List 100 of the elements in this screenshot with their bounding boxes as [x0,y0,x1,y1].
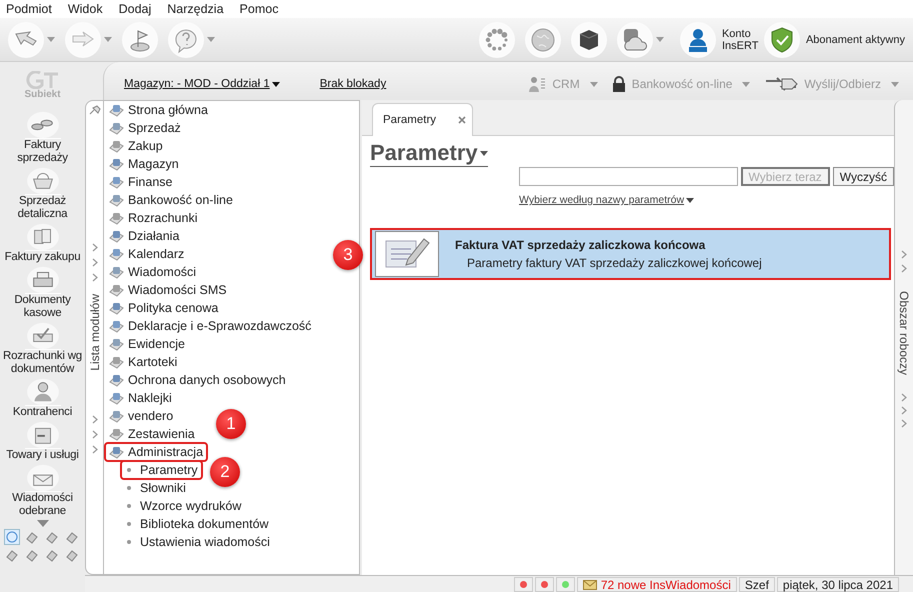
caret-icon[interactable] [36,520,48,527]
caret-icon [742,82,750,86]
module-item[interactable]: Finanse [104,172,178,192]
lock-icon [612,76,626,92]
module-subitem[interactable]: Ustawienia wiadomości [120,532,275,552]
module-item[interactable]: Ochrona danych osobowych [104,370,291,390]
person-icon [528,75,546,93]
module-icon [109,355,124,369]
exchange-icon [764,76,798,92]
module-item[interactable]: Kalendarz [104,244,190,264]
messages-status[interactable]: 72 nowe InsWiadomości [576,577,737,592]
globe-icon [524,22,561,58]
module-icon [109,301,124,315]
module-item[interactable]: Wiadomości [104,262,202,282]
module-icon [109,211,124,225]
date-status: piątek, 30 lipca 2021 [776,577,899,592]
step-marker: 1 [216,409,246,439]
subscription-button[interactable]: Abonament aktywny [764,22,905,58]
sidebar-item[interactable]: Towary i usługi [0,420,85,462]
shortcut-button[interactable] [4,529,20,545]
module-item[interactable]: Zakup [104,136,168,156]
coins-icon [24,110,60,139]
caret-icon [686,198,694,202]
sidebar-item[interactable]: Sprzedaż detaliczna [0,166,85,221]
menu-item[interactable]: Pomoc [240,2,278,16]
caret-icon [656,37,664,42]
module-item[interactable]: Strona główna [104,100,213,120]
caret-icon [480,150,488,156]
envelope-icon [24,463,60,492]
module-item[interactable]: Ewidencje [104,334,190,354]
tab[interactable]: Parametry [372,103,473,136]
module-item[interactable]: Naklejki [104,388,177,408]
caret-icon [47,37,55,42]
help-icon [168,22,204,58]
toolbar-button[interactable] [570,22,607,58]
module-item[interactable]: Wiadomości SMS [104,280,232,300]
module-icon [109,391,124,405]
cube-icon [570,22,607,58]
module-icon [109,265,124,279]
module-subitem[interactable]: Wzorce wydruków [120,496,246,516]
lock-link[interactable]: Brak blokady [320,78,386,90]
basket-icon [24,166,60,195]
module-item[interactable]: Bankowość on-line [104,190,238,210]
box-icon [24,420,60,449]
sidebar-item[interactable]: Dokumenty kasowe [0,265,85,320]
database-cloud-icon [616,22,653,58]
result-title: Faktura VAT sprzedaży zaliczkowa końcowa [455,238,706,252]
person-icon [24,377,60,406]
module-item[interactable]: Magazyn [104,154,184,174]
module-icon [109,103,124,117]
menu-item[interactable]: Podmiot [6,2,52,16]
sidebar-item[interactable]: Faktury zakupu [0,222,85,264]
module-subitem[interactable]: Słowniki [120,478,191,498]
folders-icon [24,222,60,251]
app-name: Subiekt [24,89,61,100]
close-icon[interactable] [458,116,466,124]
step-marker: 2 [210,457,240,487]
module-item[interactable]: Kartoteki [104,352,182,372]
module-item[interactable]: Zestawienia [104,424,200,444]
caret-icon [891,82,899,86]
spinner-icon [478,22,515,58]
module-subitem[interactable]: Parametry [120,460,203,480]
module-icon [109,193,124,207]
menu-item[interactable]: Widok [68,2,103,16]
module-item[interactable]: Administracja [104,442,208,462]
module-subitem[interactable]: Biblioteka dokumentów [120,514,274,534]
search-button[interactable]: Wyczyść [832,167,894,186]
menu-item[interactable]: Narzędzia [167,2,224,16]
module-item[interactable]: Polityka cenowa [104,298,224,318]
sidebar-item[interactable]: Faktury sprzedaży [0,110,85,165]
module-icon [109,409,124,423]
menu-item[interactable]: Dodaj [118,2,152,16]
warehouse-link[interactable]: Magazyn: - MOD - Oddział 1 [124,78,280,90]
page-title[interactable]: Parametry [370,140,488,167]
module-item[interactable]: Sprzedaż [104,118,186,138]
module-item[interactable]: vendero [104,406,178,426]
toolbar-button[interactable] [122,22,158,58]
user-icon [680,22,716,58]
sidebar-item[interactable]: Kontrahenci [0,377,85,419]
module-icon [109,445,124,459]
filter-link[interactable]: Wybierz według nazwy parametrów [519,194,694,206]
module-icon [109,373,124,387]
module-item[interactable]: Rozrachunki [104,208,202,228]
module-icon [109,247,124,261]
pin-icon[interactable] [88,105,100,115]
module-icon [109,427,124,441]
sidebar-item[interactable]: Wiadomości odebrane [0,463,85,518]
module-item[interactable]: Działania [104,226,184,246]
module-item[interactable]: Deklaracje i e-Sprawozdawczość [104,316,316,336]
panel-title: Obszar roboczy [897,291,911,376]
search-field[interactable] [519,167,738,186]
caret-icon [207,37,215,42]
cash-register-icon [24,265,60,294]
module-icon [109,229,124,243]
account-button[interactable]: Konto InsERT [680,22,758,58]
module-icon [109,175,124,189]
module-icon [109,319,124,333]
result-description: Parametry faktury VAT sprzedaży zaliczkowej końcowej [467,256,762,270]
toolbar-button[interactable] [616,22,664,58]
sidebar-item[interactable]: Rozrachunki wg dokumentów [0,321,85,376]
